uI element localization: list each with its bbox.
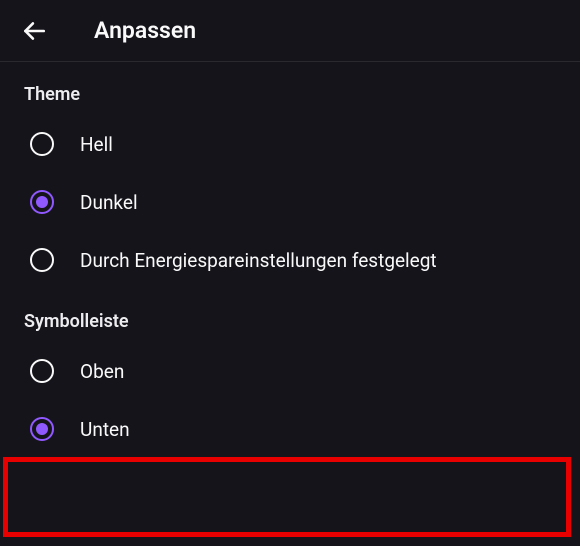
radio-toolbar-top[interactable]: Oben	[24, 342, 556, 400]
radio-theme-auto[interactable]: Durch Energiespareinstellungen festgeleg…	[24, 231, 556, 289]
section-toolbar: Symbolleiste Oben Unten	[0, 289, 580, 458]
annotation-highlight-box	[3, 457, 571, 537]
radio-label: Durch Energiespareinstellungen festgeleg…	[80, 249, 437, 272]
radio-theme-light[interactable]: Hell	[24, 115, 556, 173]
radio-label: Hell	[80, 133, 113, 156]
back-button[interactable]	[14, 11, 54, 51]
section-theme: Theme Hell Dunkel Durch Energiespareinst…	[0, 62, 580, 289]
radio-theme-dark[interactable]: Dunkel	[24, 173, 556, 231]
radio-icon	[30, 190, 54, 214]
section-header-theme: Theme	[24, 62, 556, 115]
radio-label: Dunkel	[80, 191, 138, 214]
back-arrow-icon	[21, 18, 47, 44]
radio-icon	[30, 132, 54, 156]
radio-icon	[30, 359, 54, 383]
radio-toolbar-bottom[interactable]: Unten	[24, 400, 556, 458]
radio-label: Unten	[80, 418, 130, 441]
page-title: Anpassen	[94, 17, 196, 44]
radio-label: Oben	[80, 360, 124, 383]
radio-icon	[30, 248, 54, 272]
section-header-toolbar: Symbolleiste	[24, 289, 556, 342]
header-bar: Anpassen	[0, 0, 580, 62]
radio-icon	[30, 417, 54, 441]
